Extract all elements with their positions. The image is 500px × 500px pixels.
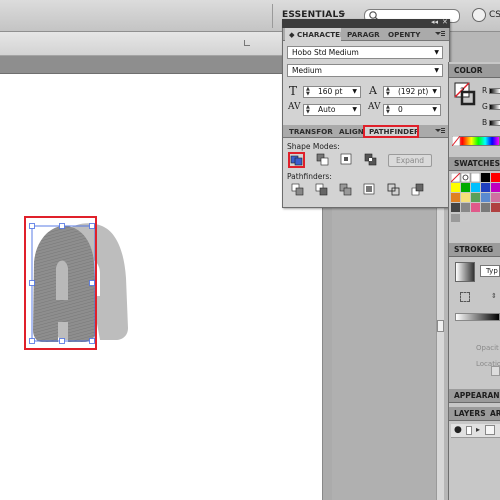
chevron-down-icon: ▼ [352, 106, 357, 113]
exclude-icon[interactable] [364, 153, 377, 166]
color-panel-header[interactable]: COLOR [449, 64, 500, 78]
unite-button[interactable] [288, 152, 305, 168]
trim-icon[interactable] [315, 183, 328, 196]
font-size-value: 160 pt [318, 87, 343, 96]
swatches-panel-header[interactable]: SWATCHES [449, 157, 500, 171]
appearance-panel-title: APPEARANC [454, 391, 500, 400]
unite-icon [290, 155, 303, 166]
stepper-icon[interactable]: ▲ ▼ [306, 87, 310, 97]
kerning-value: Auto [318, 105, 336, 114]
collapse-icon[interactable]: ◂◂ [431, 18, 438, 26]
tab-character[interactable]: ◆ CHARACTER [285, 28, 341, 41]
divide-icon[interactable] [291, 183, 304, 196]
eye-icon[interactable]: ● [454, 425, 462, 435]
expand-arrow-icon[interactable]: ▸ [476, 425, 480, 434]
appearance-panel-header[interactable]: APPEARANC [449, 389, 500, 403]
tracking-field[interactable]: ▲ ▼ 0 ▼ [383, 104, 441, 116]
font-size-icon: T [289, 84, 298, 98]
tab-arrow-icon: ◆ [289, 30, 298, 39]
tab-opentype[interactable]: OPENTY [384, 28, 422, 41]
crop-icon[interactable] [363, 183, 376, 196]
gradient-tab-label[interactable]: G [487, 245, 493, 254]
stepper-icon[interactable]: ▲ ▼ [386, 87, 390, 97]
tab-align[interactable]: ALIGN [335, 125, 363, 138]
character-tab-row: ◆ CHARACTER PARAGR OPENTY [283, 28, 449, 41]
leading-icon: A [369, 84, 377, 97]
kerning-icon: AV [288, 102, 301, 112]
font-style-value: Medium [292, 66, 322, 75]
layers-panel-title: LAYERS [454, 409, 486, 418]
merge-icon[interactable] [339, 183, 352, 196]
panel-title-bar[interactable] [282, 19, 450, 28]
tracking-value: 0 [398, 105, 403, 114]
red-highlight-box [24, 216, 97, 350]
fill-stroke-icon[interactable]: ? [454, 82, 476, 106]
font-size-field[interactable]: ▲ ▼ 160 pt ▼ [303, 86, 361, 98]
chevron-down-icon: ▼ [432, 106, 437, 113]
pathfinder-tab-row: TRANSFOR ALIGN PATHFINDER [283, 125, 449, 138]
location-field[interactable] [491, 366, 500, 376]
channel-slider-b[interactable] [489, 120, 500, 126]
opacity-label: Opacit [476, 344, 499, 352]
gradient-angle-icon[interactable]: ⇕ [491, 292, 499, 302]
artboards-tab-label[interactable]: AR [490, 409, 500, 418]
font-family-value: Hobo Std Medium [292, 48, 359, 57]
outline-icon[interactable] [387, 183, 400, 196]
pathfinders-label: Pathfinders: [287, 172, 332, 181]
tab-transform[interactable]: TRANSFOR [285, 125, 335, 138]
layers-panel-header[interactable]: LAYERS AR [449, 407, 500, 421]
none-color-icon[interactable] [452, 136, 460, 146]
chevron-down-icon: ▼ [432, 88, 437, 95]
stroke-panel-header[interactable]: STROKE G [449, 243, 500, 257]
swatch-grid[interactable] [451, 173, 500, 223]
tab-label: CHARACTER [297, 30, 341, 39]
chevron-down-icon: ▼ [434, 67, 439, 74]
channel-slider-g[interactable] [489, 104, 500, 110]
color-panel-title: COLOR [454, 66, 483, 75]
kerning-field[interactable]: ▲ ▼ Auto ▼ [303, 104, 361, 116]
minus-front-icon[interactable] [316, 153, 329, 166]
stepper-icon[interactable]: ▲ ▼ [386, 105, 390, 115]
tab-label: PATHFINDER [369, 127, 419, 136]
swatches-panel-title: SWATCHES [454, 159, 500, 168]
stroke-panel-title: STROKE [454, 245, 488, 254]
font-family-select[interactable]: Hobo Std Medium ▼ [287, 46, 443, 59]
gradient-swatch-icon[interactable] [455, 262, 475, 282]
gradient-type-select[interactable]: Typ [480, 265, 500, 277]
layer-row[interactable]: ● ▸ [451, 424, 500, 438]
close-icon[interactable]: ✕ [442, 18, 448, 26]
panel-menu-icon[interactable] [435, 30, 445, 38]
lock-toggle[interactable] [466, 426, 472, 435]
shape-modes-label: Shape Modes: [287, 142, 340, 151]
chevron-down-icon: ▼ [434, 49, 439, 56]
channel-label-g: G [482, 102, 488, 111]
chevron-down-icon: ▼ [352, 88, 357, 95]
tracking-icon: AV [368, 102, 381, 112]
minus-back-icon[interactable] [411, 183, 424, 196]
channel-slider-r[interactable] [489, 88, 500, 94]
intersect-icon[interactable] [340, 153, 353, 166]
stepper-icon[interactable]: ▲ ▼ [306, 105, 310, 115]
expand-button[interactable]: Expand [388, 154, 432, 167]
leading-value: (192 pt) [398, 87, 429, 96]
channel-label-b: B [482, 118, 488, 127]
channel-label-r: R [482, 86, 488, 95]
tab-pathfinder[interactable]: PATHFINDER [363, 125, 419, 138]
tab-paragraph[interactable]: PARAGR [343, 28, 383, 41]
panel-menu-icon[interactable] [435, 127, 445, 135]
leading-field[interactable]: ▲ ▼ (192 pt) ▼ [383, 86, 441, 98]
layer-thumbnail [485, 425, 495, 435]
reverse-gradient-icon[interactable] [460, 292, 470, 302]
font-style-select[interactable]: Medium ▼ [287, 64, 443, 77]
gradient-slider[interactable] [455, 313, 500, 321]
